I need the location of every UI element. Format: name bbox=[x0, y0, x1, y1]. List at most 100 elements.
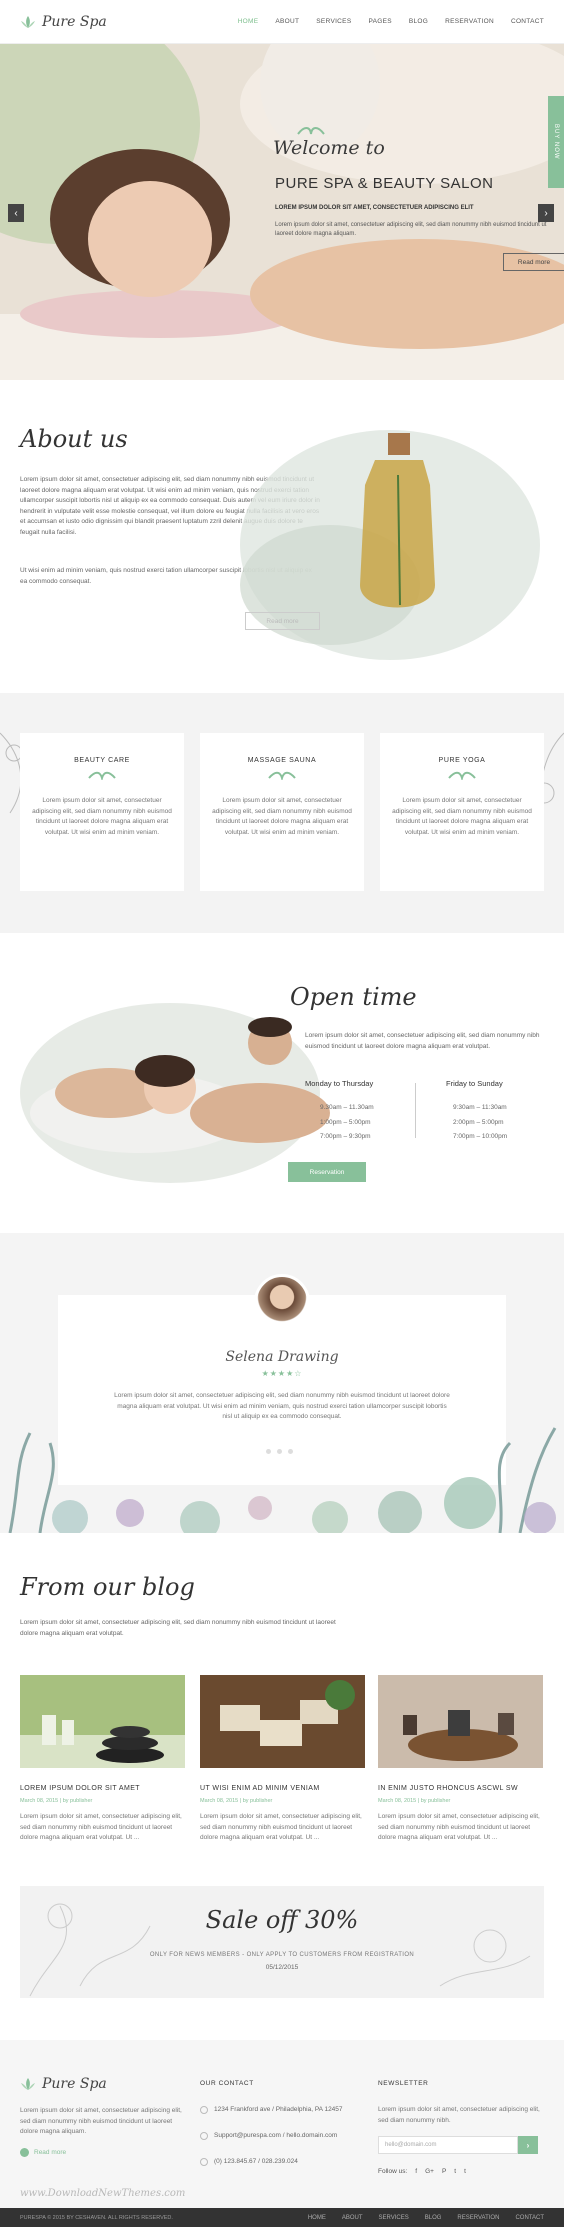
logo[interactable]: Pure Spa bbox=[20, 14, 107, 30]
footer-nav-reservation[interactable]: RESERVATION bbox=[457, 2215, 499, 2221]
about-read-more-button[interactable]: Read more bbox=[245, 612, 320, 630]
service-card-pure-yoga[interactable]: PURE YOGA Lorem ipsum dolor sit amet, co… bbox=[380, 733, 544, 891]
newsletter-title: NEWSLETTER bbox=[378, 2080, 429, 2087]
about-title: About us bbox=[20, 425, 128, 453]
nav-about[interactable]: ABOUT bbox=[275, 18, 299, 25]
nav-services[interactable]: SERVICES bbox=[316, 18, 351, 25]
reservation-button[interactable]: Reservation bbox=[288, 1162, 366, 1182]
footer-nav-services[interactable]: SERVICES bbox=[379, 2215, 409, 2221]
watermark: www.DownloadNewThemes.com bbox=[20, 2188, 186, 2199]
footer-about: Pure Spa Lorem ipsum dolor sit amet, con… bbox=[20, 2076, 185, 2157]
time-slot: 7:00pm – 9:30pm bbox=[320, 1133, 371, 1140]
hero-title: PURE SPA & BEAUTY SALON bbox=[275, 175, 494, 192]
post-title[interactable]: UT WISI ENIM AD MINIM VENIAM bbox=[200, 1785, 365, 1792]
service-card-massage-sauna[interactable]: MASSAGE SAUNA Lorem ipsum dolor sit amet… bbox=[200, 733, 364, 891]
newsletter-email-input[interactable]: hello@domain.com bbox=[378, 2136, 518, 2154]
footer-nav-about[interactable]: ABOUT bbox=[342, 2215, 363, 2221]
post-title[interactable]: LOREM IPSUM DOLOR SIT AMET bbox=[20, 1785, 185, 1792]
header: Pure Spa HOME ABOUT SERVICES PAGES BLOG … bbox=[0, 0, 564, 44]
lotus-icon bbox=[21, 15, 35, 28]
footer-address: 1234 Frankford ave / Philadelphia, PA 12… bbox=[200, 2105, 365, 2115]
nav-home[interactable]: HOME bbox=[238, 18, 259, 25]
blog-post[interactable]: UT WISI ENIM AD MINIM VENIAM March 08, 2… bbox=[200, 1675, 365, 1844]
nav-reservation[interactable]: RESERVATION bbox=[445, 18, 494, 25]
pinterest-icon[interactable]: P bbox=[442, 2168, 446, 2175]
spa-jars-image bbox=[378, 1675, 543, 1768]
footer-read-more-link[interactable]: Read more bbox=[20, 2147, 185, 2157]
footer-email[interactable]: Support@purespa.com / hello.domain.com bbox=[200, 2131, 365, 2141]
post-meta: March 08, 2015 | by publisher bbox=[20, 1798, 93, 1804]
service-title: BEAUTY CARE bbox=[74, 757, 130, 764]
time-slot: 9.30am – 11.30am bbox=[320, 1104, 374, 1111]
address-text: 1234 Frankford ave / Philadelphia, PA 12… bbox=[214, 2106, 343, 2113]
tumblr-icon[interactable]: t bbox=[464, 2168, 466, 2175]
open-time-text: Lorem ipsum dolor sit amet, consectetuer… bbox=[305, 1032, 540, 1050]
location-icon bbox=[200, 2106, 208, 2114]
service-text: Lorem ipsum dolor sit amet, consectetuer… bbox=[32, 797, 172, 836]
footer-nav-home[interactable]: HOME bbox=[308, 2215, 326, 2221]
post-excerpt: Lorem ipsum dolor sit amet, consectetuer… bbox=[20, 1813, 182, 1841]
avatar bbox=[254, 1274, 310, 1330]
hero-subtitle: LOREM IPSUM DOLOR SIT AMET, CONSECTETUER… bbox=[275, 205, 474, 211]
newsletter-form: hello@domain.com › bbox=[378, 2136, 538, 2154]
weekday-label: Monday to Thursday bbox=[305, 1079, 374, 1088]
hero-text: Lorem ipsum dolor sit amet, consectetuer… bbox=[275, 222, 547, 237]
oil-bottle-image bbox=[240, 430, 540, 660]
post-excerpt: Lorem ipsum dolor sit amet, consectetuer… bbox=[378, 1813, 540, 1841]
service-title: MASSAGE SAUNA bbox=[247, 757, 317, 764]
post-title[interactable]: IN ENIM JUSTO RHONCUS ASCWL SW bbox=[378, 1785, 543, 1792]
nav-pages[interactable]: PAGES bbox=[368, 18, 391, 25]
time-slot: 1:00pm – 5:00pm bbox=[320, 1118, 371, 1126]
leaf-ornament-icon bbox=[268, 771, 296, 780]
footer-nav-blog[interactable]: BLOG bbox=[425, 2215, 442, 2221]
footer-phone[interactable]: (0) 123.845.67 / 028.239.024 bbox=[200, 2157, 365, 2167]
twitter-icon[interactable]: t bbox=[454, 2168, 456, 2175]
open-time-section: Open time Lorem ipsum dolor sit amet, co… bbox=[0, 933, 564, 1233]
nav-contact[interactable]: CONTACT bbox=[511, 18, 544, 25]
footer-about-text: Lorem ipsum dolor sit amet, consectetuer… bbox=[20, 2107, 182, 2135]
time-slot: 9:30am – 11:30am bbox=[453, 1104, 507, 1111]
google-plus-icon[interactable]: G+ bbox=[425, 2168, 434, 2175]
hero-slider: ‹ › BUY NOW Welcome to PURE SPA & BEAUTY… bbox=[0, 44, 564, 380]
lotus-icon bbox=[21, 2078, 35, 2090]
soaps-image bbox=[200, 1675, 365, 1768]
logo-text: Pure Spa bbox=[42, 13, 107, 30]
service-card-beauty-care[interactable]: BEAUTY CARE Lorem ipsum dolor sit amet, … bbox=[20, 733, 184, 891]
weekend-label: Friday to Sunday bbox=[446, 1079, 503, 1088]
slider-next-arrow[interactable]: › bbox=[538, 204, 554, 222]
bottom-bar: PURESPA © 2015 BY CESHAVEN. ALL RIGHTS R… bbox=[0, 2208, 564, 2227]
slider-prev-arrow[interactable]: ‹ bbox=[8, 204, 24, 222]
arrow-circle-icon bbox=[20, 2147, 29, 2157]
weekday-times: 9.30am – 11.30am 1:00pm – 5:00pm 7:00pm … bbox=[320, 1101, 374, 1145]
footer-logo[interactable]: Pure Spa bbox=[20, 2076, 185, 2092]
sale-banner: Sale off 30% ONLY FOR NEWS MEMBERS - ONL… bbox=[20, 1886, 544, 1998]
nav-blog[interactable]: BLOG bbox=[409, 18, 428, 25]
buy-now-tab[interactable]: BUY NOW bbox=[548, 96, 564, 188]
facebook-icon[interactable]: f bbox=[415, 2168, 417, 2175]
sale-date: 05/12/2015 bbox=[265, 1964, 299, 1971]
service-title: PURE YOGA bbox=[438, 757, 486, 764]
blog-intro: Lorem ipsum dolor sit amet, consectetuer… bbox=[20, 1619, 336, 1637]
stones-image bbox=[20, 1675, 185, 1768]
copyright: PURESPA © 2015 BY CESHAVEN. ALL RIGHTS R… bbox=[20, 2214, 173, 2221]
divider bbox=[415, 1083, 416, 1138]
blog-post[interactable]: LOREM IPSUM DOLOR SIT AMET March 08, 201… bbox=[20, 1675, 185, 1844]
footer-nav-contact[interactable]: CONTACT bbox=[515, 2215, 544, 2221]
footer-contact-title: OUR CONTACT bbox=[200, 2080, 254, 2087]
footer: Pure Spa Lorem ipsum dolor sit amet, con… bbox=[0, 2040, 564, 2208]
mail-icon bbox=[200, 2132, 208, 2140]
flowers-decoration-image bbox=[8, 1427, 557, 1533]
main-nav: HOME ABOUT SERVICES PAGES BLOG RESERVATI… bbox=[238, 18, 544, 25]
rating-stars-icon: ★★★★☆ bbox=[261, 1369, 303, 1378]
open-time-title: Open time bbox=[290, 983, 417, 1011]
hero-read-more-button[interactable]: Read more bbox=[503, 253, 564, 271]
floral-line-art-icon bbox=[29, 1903, 531, 1997]
newsletter-submit-button[interactable]: › bbox=[518, 2136, 538, 2154]
newsletter-text: Lorem ipsum dolor sit amet, consectetuer… bbox=[378, 2106, 540, 2124]
hero-welcome: Welcome to bbox=[273, 137, 385, 159]
weekend-times: 9:30am – 11:30am 2:00pm – 5:00pm 7:00pm … bbox=[453, 1101, 507, 1145]
logo-text: Pure Spa bbox=[42, 2076, 107, 2092]
blog-post[interactable]: IN ENIM JUSTO RHONCUS ASCWL SW March 08,… bbox=[378, 1675, 543, 1844]
footer-newsletter: NEWSLETTER Lorem ipsum dolor sit amet, c… bbox=[378, 2080, 543, 2175]
service-text: Lorem ipsum dolor sit amet, consectetuer… bbox=[392, 797, 532, 836]
